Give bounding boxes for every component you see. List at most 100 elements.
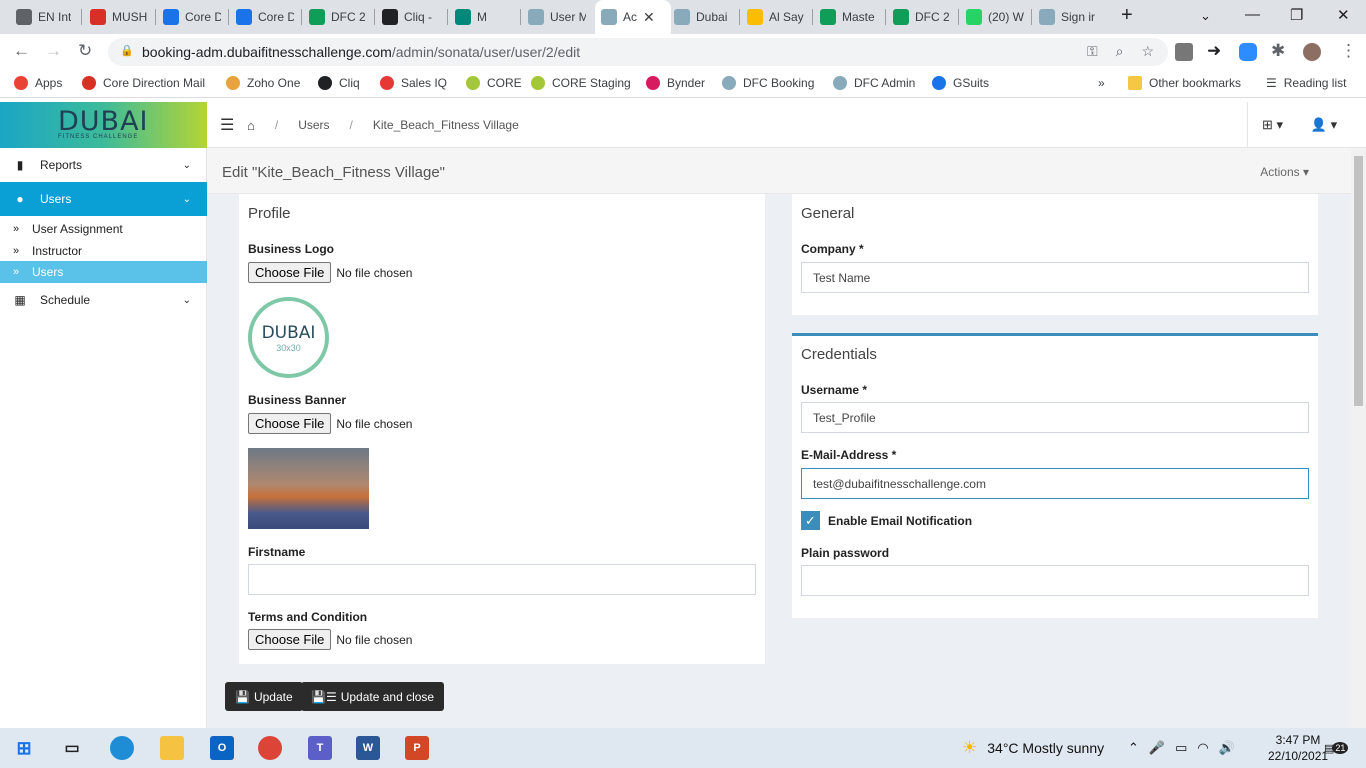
update-button[interactable]: 💾 Update xyxy=(225,682,303,711)
sidebar-subitem-user-assignment[interactable]: » User Assignment xyxy=(0,218,207,240)
forward-icon[interactable]: → xyxy=(45,41,62,61)
battery-icon[interactable]: ▭ xyxy=(1175,740,1187,756)
outlook-icon[interactable]: O xyxy=(210,736,234,760)
browser-tab[interactable]: Al Say xyxy=(741,4,811,30)
business-logo-file-input[interactable]: Choose File No file chosen xyxy=(248,262,412,283)
address-bar[interactable]: 🔒 booking-adm.dubaifitnesschallenge.com/… xyxy=(108,38,1168,66)
speaker-icon[interactable]: 🔊 xyxy=(1219,740,1235,756)
firstname-field[interactable] xyxy=(248,564,756,595)
bookmark-item[interactable]: CORE xyxy=(466,76,522,90)
lock-icon: 🔒 xyxy=(120,45,134,57)
bookmark-item[interactable]: Sales IQ xyxy=(380,76,447,90)
new-tab-icon[interactable]: + xyxy=(1121,4,1133,27)
choose-file-button[interactable]: Choose File xyxy=(248,262,332,283)
add-menu-button[interactable]: ⊞ ▾ xyxy=(1247,102,1297,148)
notifications-button[interactable]: ▤ 21 xyxy=(1324,728,1349,768)
browser-tab[interactable]: Core D xyxy=(230,4,300,30)
bookmark-item[interactable]: Zoho One xyxy=(226,76,300,90)
bookmark-item[interactable]: CORE Staging xyxy=(531,76,631,90)
bookmark-item[interactable]: Core Direction Mail xyxy=(82,76,205,90)
breadcrumb-users[interactable]: Users xyxy=(298,118,329,132)
zoom-extension-icon[interactable] xyxy=(1239,43,1257,61)
key-icon[interactable]: ⚿ xyxy=(1087,43,1098,60)
reload-icon[interactable]: ↻ xyxy=(78,41,92,61)
browser-tab[interactable]: MUSH xyxy=(84,4,154,30)
browser-tab[interactable]: DFC 2 xyxy=(303,4,373,30)
browser-tab[interactable]: M xyxy=(449,4,519,30)
maximize-icon[interactable]: ❐ xyxy=(1290,6,1303,24)
menu-dots-icon[interactable]: ⋮ xyxy=(1340,41,1357,61)
browser-tab[interactable]: EN Int xyxy=(10,4,80,30)
terms-file-input[interactable]: Choose File No file chosen xyxy=(248,629,412,650)
top-navbar: ☰ ⌂ / Users / Kite_Beach_Fitness Village… xyxy=(207,102,1366,148)
sidebar-item-users[interactable]: ● Users ⌄ xyxy=(0,182,207,216)
bookmark-favicon-icon xyxy=(318,76,332,90)
avatar[interactable] xyxy=(1303,43,1321,61)
window-close-icon[interactable]: ✕ xyxy=(1337,6,1350,24)
other-bookmarks[interactable]: Other bookmarks xyxy=(1128,76,1241,90)
file-explorer-icon[interactable] xyxy=(160,736,184,760)
sidebar-item-reports[interactable]: ▮ Reports ⌄ xyxy=(0,148,207,182)
zoom-icon[interactable]: ⌕ xyxy=(1116,43,1124,60)
browser-tab[interactable]: Dubai xyxy=(668,4,738,30)
scrollbar-thumb[interactable] xyxy=(1354,156,1363,406)
update-and-close-button[interactable]: 💾☰ Update and close xyxy=(301,682,445,711)
extension-icon[interactable] xyxy=(1175,43,1193,61)
bookmark-item[interactable]: Cliq xyxy=(318,76,360,90)
bookmark-item[interactable]: Apps xyxy=(14,76,62,90)
wifi-icon[interactable]: ◠ xyxy=(1197,740,1208,756)
actions-dropdown[interactable]: Actions ▾ xyxy=(1260,165,1309,179)
browser-tab[interactable]: Sign ir xyxy=(1033,4,1103,30)
hamburger-icon[interactable]: ☰ xyxy=(220,115,234,135)
teams-icon[interactable]: T xyxy=(308,736,332,760)
browser-tab[interactable]: DFC 2 xyxy=(887,4,957,30)
tab-close-icon[interactable]: ✕ xyxy=(643,9,655,26)
windows-start-icon[interactable]: ⊞ xyxy=(12,736,36,760)
microphone-icon[interactable]: 🎤 xyxy=(1149,740,1165,756)
more-bookmarks-button[interactable]: » xyxy=(1098,76,1105,90)
word-icon[interactable]: W xyxy=(356,736,380,760)
username-field[interactable]: Test_Profile xyxy=(801,402,1309,433)
choose-file-button[interactable]: Choose File xyxy=(248,413,332,434)
minimize-icon[interactable]: — xyxy=(1245,6,1260,23)
bookmark-item[interactable]: Bynder xyxy=(646,76,705,90)
app-logo[interactable]: DUBAI FITNESS CHALLENGE xyxy=(0,102,207,148)
task-view-icon[interactable]: ▭ xyxy=(60,736,84,760)
puzzle-icon[interactable]: ✱ xyxy=(1271,41,1285,61)
tab-search-icon[interactable]: ⌄ xyxy=(1200,8,1211,24)
bookmark-item[interactable]: GSuits xyxy=(932,76,989,90)
powerpoint-icon[interactable]: P xyxy=(405,736,429,760)
weather-widget[interactable]: ☀ 34°C Mostly sunny xyxy=(962,728,1104,768)
back-icon[interactable]: ← xyxy=(13,41,30,61)
reading-list[interactable]: ☰ Reading list xyxy=(1266,76,1346,90)
sidebar-item-schedule[interactable]: ▦ Schedule ⌄ xyxy=(0,283,207,317)
bookmark-item[interactable]: DFC Booking xyxy=(722,76,814,90)
share-icon[interactable]: ➜ xyxy=(1207,41,1221,61)
clock[interactable]: 3:47 PM 22/10/2021 xyxy=(1268,732,1328,764)
browser-tab[interactable]: Ac ✕ xyxy=(595,0,671,34)
browser-tab[interactable]: Cliq - xyxy=(376,4,446,30)
home-icon[interactable]: ⌂ xyxy=(247,118,255,133)
business-banner-file-input[interactable]: Choose File No file chosen xyxy=(248,413,412,434)
user-menu-button[interactable]: 👤 ▾ xyxy=(1299,102,1349,148)
browser-tab[interactable]: Core D xyxy=(157,4,227,30)
browser-tab[interactable]: (20) W xyxy=(960,4,1030,30)
sidebar-subitem-users[interactable]: » Users xyxy=(0,261,207,283)
email-field[interactable]: test@dubaifitnesschallenge.com xyxy=(801,468,1309,499)
chevron-up-icon[interactable]: ⌃ xyxy=(1128,740,1139,756)
sidebar-subitem-instructor[interactable]: » Instructor xyxy=(0,240,207,262)
browser-tab[interactable]: User M xyxy=(522,4,592,30)
page-scrollbar[interactable] xyxy=(1351,148,1366,728)
notification-count: 21 xyxy=(1332,742,1349,754)
business-banner-image xyxy=(248,448,369,529)
tab-favicon-icon xyxy=(674,9,690,25)
chrome-icon[interactable] xyxy=(258,736,282,760)
bookmark-item[interactable]: DFC Admin xyxy=(833,76,915,90)
email-notification-checkbox[interactable]: ✓ xyxy=(801,511,820,530)
choose-file-button[interactable]: Choose File xyxy=(248,629,332,650)
browser-tab[interactable]: Maste xyxy=(814,4,884,30)
bookmark-star-icon[interactable]: ☆ xyxy=(1141,43,1154,60)
plain-password-field[interactable] xyxy=(801,565,1309,596)
edge-icon[interactable] xyxy=(110,736,134,760)
company-field[interactable]: Test Name xyxy=(801,262,1309,293)
